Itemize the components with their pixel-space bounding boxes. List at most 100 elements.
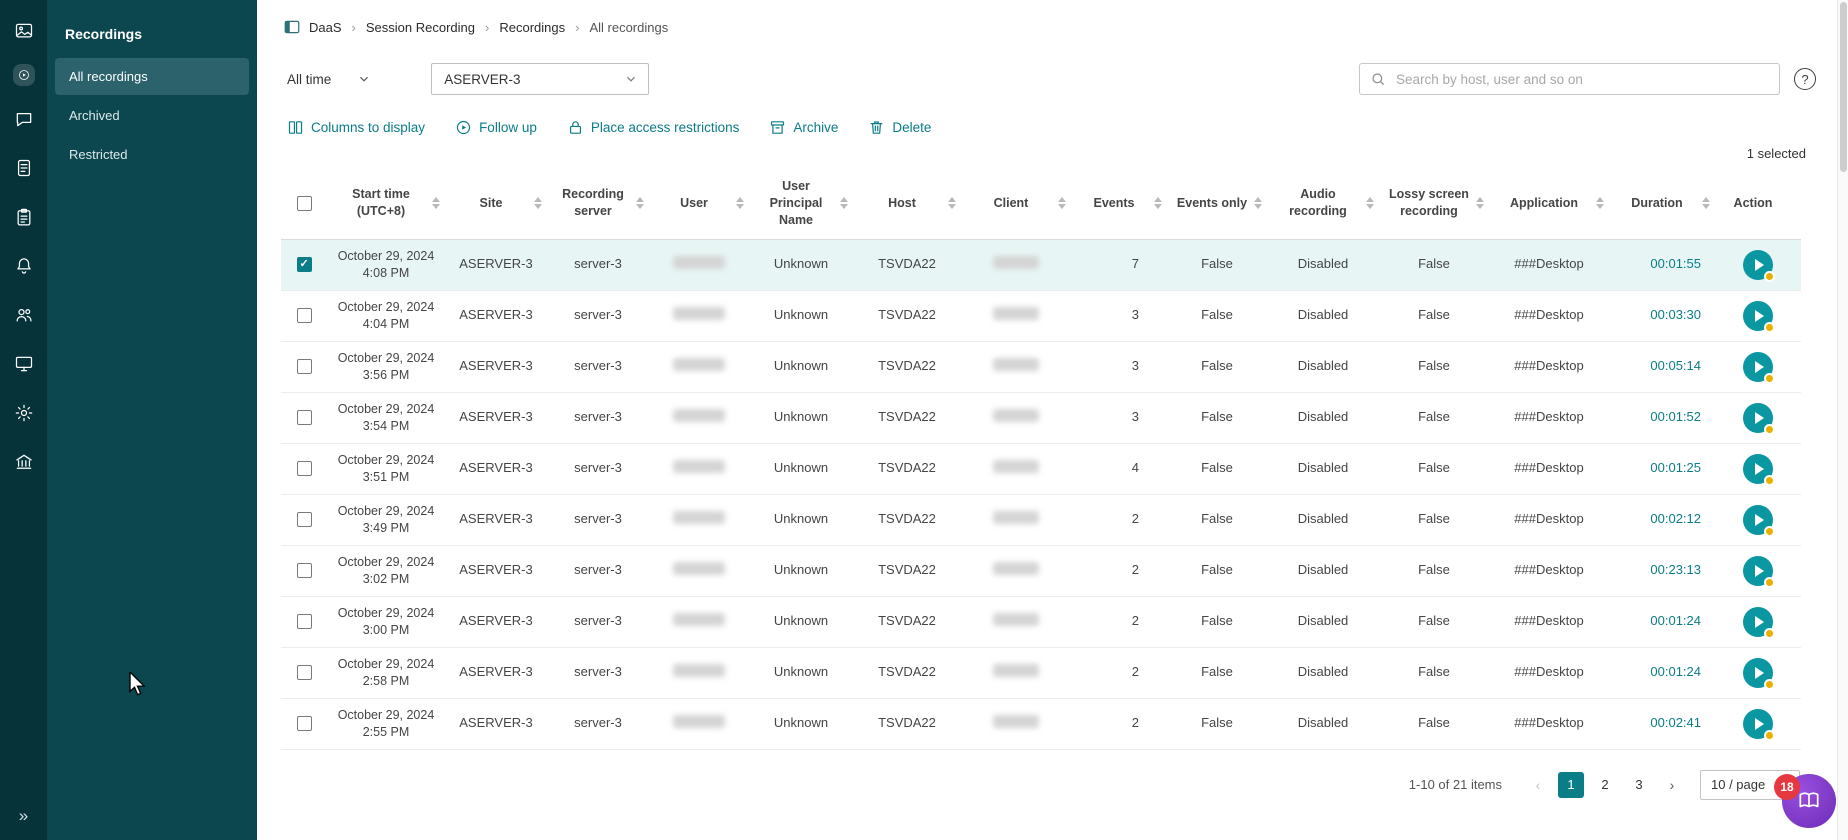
duration-link[interactable]: 00:23:13: [1650, 562, 1701, 577]
sort-icon[interactable]: [840, 197, 848, 209]
redacted-user: [673, 358, 725, 371]
sort-icon[interactable]: [432, 197, 440, 209]
monitor-icon[interactable]: [13, 353, 35, 375]
breadcrumb-link-daas[interactable]: DaaS: [309, 20, 342, 35]
duration-link[interactable]: 00:05:14: [1650, 358, 1701, 373]
archive-button[interactable]: Archive: [769, 119, 838, 136]
time-range-filter[interactable]: All time: [287, 72, 371, 87]
media-gallery-icon[interactable]: [13, 20, 35, 42]
play-button[interactable]: [1743, 454, 1773, 484]
row-checkbox[interactable]: [297, 359, 312, 374]
nav-panel-icon[interactable]: [283, 18, 301, 36]
row-checkbox[interactable]: [297, 512, 312, 527]
sidebar-item-archived[interactable]: Archived: [55, 97, 249, 134]
duration-link[interactable]: 00:01:25: [1650, 460, 1701, 475]
sort-icon[interactable]: [1596, 197, 1604, 209]
cell-action: [1715, 545, 1801, 596]
sort-icon[interactable]: [636, 197, 644, 209]
sidebar-item-all-recordings[interactable]: All recordings: [55, 58, 249, 95]
column-header-audio-recording[interactable]: Audio recording: [1267, 168, 1379, 239]
sort-icon[interactable]: [1366, 197, 1374, 209]
column-header-host[interactable]: Host: [853, 168, 961, 239]
chat-icon[interactable]: [13, 108, 35, 130]
page-button-1[interactable]: 1: [1558, 772, 1584, 798]
duration-link[interactable]: 00:02:12: [1650, 511, 1701, 526]
sidebar-item-restricted[interactable]: Restricted: [55, 136, 249, 173]
prev-page-icon[interactable]: ‹: [1526, 772, 1550, 798]
column-header-start-time-utc-8[interactable]: Start time (UTC+8): [327, 168, 445, 239]
column-header-recording-server[interactable]: Recording server: [547, 168, 649, 239]
duration-link[interactable]: 00:01:24: [1650, 613, 1701, 628]
follow-up-button[interactable]: Follow up: [455, 119, 537, 136]
column-header-events-only[interactable]: Events only: [1167, 168, 1267, 239]
row-checkbox[interactable]: [297, 410, 312, 425]
sort-icon[interactable]: [1476, 197, 1484, 209]
vertical-scrollbar[interactable]: [1837, 0, 1848, 840]
page-button-3[interactable]: 3: [1626, 772, 1652, 798]
breadcrumb-current: All recordings: [589, 20, 668, 35]
redacted-client: [993, 460, 1039, 473]
column-header-events[interactable]: Events: [1071, 168, 1167, 239]
play-button[interactable]: [1743, 301, 1773, 331]
expand-rail-icon[interactable]: »: [19, 806, 28, 826]
columns-to-display-button[interactable]: Columns to display: [287, 119, 425, 136]
column-header-user[interactable]: User: [649, 168, 749, 239]
row-checkbox[interactable]: [297, 257, 312, 272]
next-page-icon[interactable]: ›: [1660, 772, 1684, 798]
settings-icon[interactable]: [13, 402, 35, 424]
row-checkbox[interactable]: [297, 614, 312, 629]
delete-button[interactable]: Delete: [868, 119, 931, 136]
row-checkbox[interactable]: [297, 461, 312, 476]
row-checkbox[interactable]: [297, 308, 312, 323]
sort-icon[interactable]: [736, 197, 744, 209]
library-icon[interactable]: [13, 451, 35, 473]
clipboard-icon[interactable]: [13, 206, 35, 228]
column-header-client[interactable]: Client: [961, 168, 1071, 239]
scrollbar-thumb[interactable]: [1840, 2, 1847, 172]
server-select[interactable]: ASERVER-3: [431, 63, 649, 95]
play-button[interactable]: [1743, 658, 1773, 688]
notifications-icon[interactable]: [13, 255, 35, 277]
column-header-duration[interactable]: Duration: [1609, 168, 1715, 239]
session-recording-icon[interactable]: [13, 64, 35, 86]
play-button[interactable]: [1743, 709, 1773, 739]
duration-link[interactable]: 00:01:24: [1650, 664, 1701, 679]
play-button[interactable]: [1743, 403, 1773, 433]
sort-icon[interactable]: [948, 197, 956, 209]
cell-audio-recording: Disabled: [1267, 443, 1379, 494]
breadcrumb-link-recordings[interactable]: Recordings: [499, 20, 565, 35]
selected-count: 1 selected: [1747, 146, 1806, 161]
row-checkbox[interactable]: [297, 665, 312, 680]
play-button[interactable]: [1743, 250, 1773, 280]
redacted-client: [993, 256, 1039, 269]
breadcrumb-link-session-recording[interactable]: Session Recording: [366, 20, 475, 35]
play-button[interactable]: [1743, 556, 1773, 586]
column-header-application[interactable]: Application: [1489, 168, 1609, 239]
duration-link[interactable]: 00:02:41: [1650, 715, 1701, 730]
sort-icon[interactable]: [1058, 197, 1066, 209]
play-button[interactable]: [1743, 352, 1773, 382]
duration-link[interactable]: 00:01:52: [1650, 409, 1701, 424]
duration-link[interactable]: 00:01:55: [1650, 256, 1701, 271]
row-checkbox[interactable]: [297, 563, 312, 578]
cell-application: ###Desktop: [1489, 494, 1609, 545]
search-input[interactable]: [1394, 71, 1769, 88]
duration-link[interactable]: 00:03:30: [1650, 307, 1701, 322]
page-button-2[interactable]: 2: [1592, 772, 1618, 798]
document-icon[interactable]: [13, 157, 35, 179]
column-header-user-principal-name[interactable]: User Principal Name: [749, 168, 853, 239]
play-button[interactable]: [1743, 505, 1773, 535]
column-header-site[interactable]: Site: [445, 168, 547, 239]
sort-icon[interactable]: [534, 197, 542, 209]
column-header-lossy-screen-recording[interactable]: Lossy screen recording: [1379, 168, 1489, 239]
row-checkbox[interactable]: [297, 716, 312, 731]
help-icon[interactable]: ?: [1794, 68, 1816, 90]
select-all-checkbox[interactable]: [297, 196, 312, 211]
play-icon: [1755, 667, 1764, 679]
place-access-restrictions-button[interactable]: Place access restrictions: [567, 119, 740, 136]
people-icon[interactable]: [13, 304, 35, 326]
play-button[interactable]: [1743, 607, 1773, 637]
sort-icon[interactable]: [1702, 197, 1710, 209]
sort-icon[interactable]: [1154, 197, 1162, 209]
sort-icon[interactable]: [1254, 197, 1262, 209]
